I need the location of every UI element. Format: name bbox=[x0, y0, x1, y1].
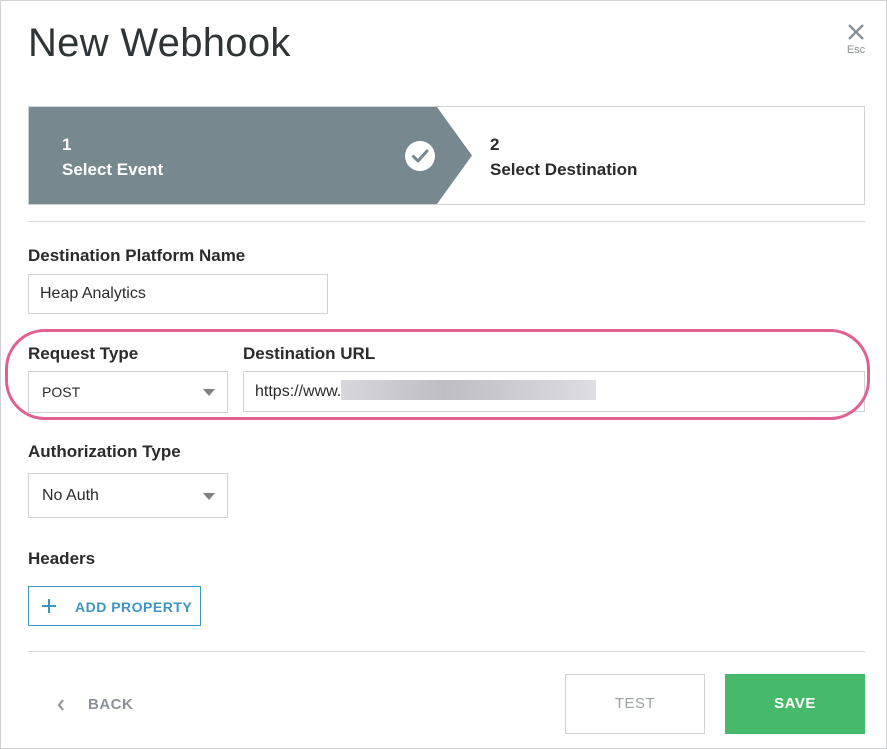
request-type-select[interactable]: POST bbox=[28, 371, 228, 413]
request-type-label: Request Type bbox=[28, 344, 139, 363]
step-number: 2 bbox=[490, 135, 500, 154]
chevron-down-icon bbox=[203, 493, 215, 500]
request-type-value: POST bbox=[42, 384, 81, 400]
add-property-button[interactable]: ADD PROPERTY bbox=[28, 586, 201, 626]
close-hint: Esc bbox=[846, 44, 866, 56]
headers-label: Headers bbox=[28, 549, 96, 568]
destination-url-label: Destination URL bbox=[243, 344, 376, 363]
destination-url-value: https://www. bbox=[255, 383, 342, 400]
chevron-down-icon bbox=[203, 389, 215, 396]
stepper: 1 Select Event 2 Select Destination bbox=[28, 106, 865, 205]
close-button[interactable]: Esc bbox=[841, 21, 871, 65]
divider bbox=[28, 651, 865, 652]
authorization-type-label: Authorization Type bbox=[28, 442, 181, 461]
plus-icon bbox=[42, 599, 56, 613]
add-property-label: ADD PROPERTY bbox=[75, 599, 193, 615]
test-button[interactable]: TEST bbox=[565, 674, 705, 734]
platform-name-label: Destination Platform Name bbox=[28, 246, 246, 265]
step-select-event[interactable]: 1 Select Event bbox=[29, 107, 472, 204]
step-label: Select Destination bbox=[490, 160, 638, 179]
divider bbox=[28, 221, 865, 222]
authorization-type-select[interactable]: No Auth bbox=[28, 473, 228, 518]
back-label: BACK bbox=[88, 696, 134, 713]
step-number: 1 bbox=[62, 135, 72, 154]
authorization-type-value: No Auth bbox=[42, 487, 99, 504]
save-button[interactable]: SAVE bbox=[725, 674, 865, 734]
redacted-url bbox=[341, 380, 597, 401]
webhook-modal: New Webhook Esc 1 Select Event 2 Select … bbox=[0, 0, 887, 749]
modal-title: New Webhook bbox=[28, 21, 291, 65]
platform-name-input[interactable]: Heap Analytics bbox=[28, 274, 328, 314]
step-label: Select Event bbox=[62, 160, 164, 179]
close-icon bbox=[848, 24, 864, 40]
check-circle-icon bbox=[405, 141, 435, 171]
chevron-left-icon bbox=[57, 699, 64, 711]
destination-url-input[interactable]: https://www. bbox=[243, 371, 865, 412]
